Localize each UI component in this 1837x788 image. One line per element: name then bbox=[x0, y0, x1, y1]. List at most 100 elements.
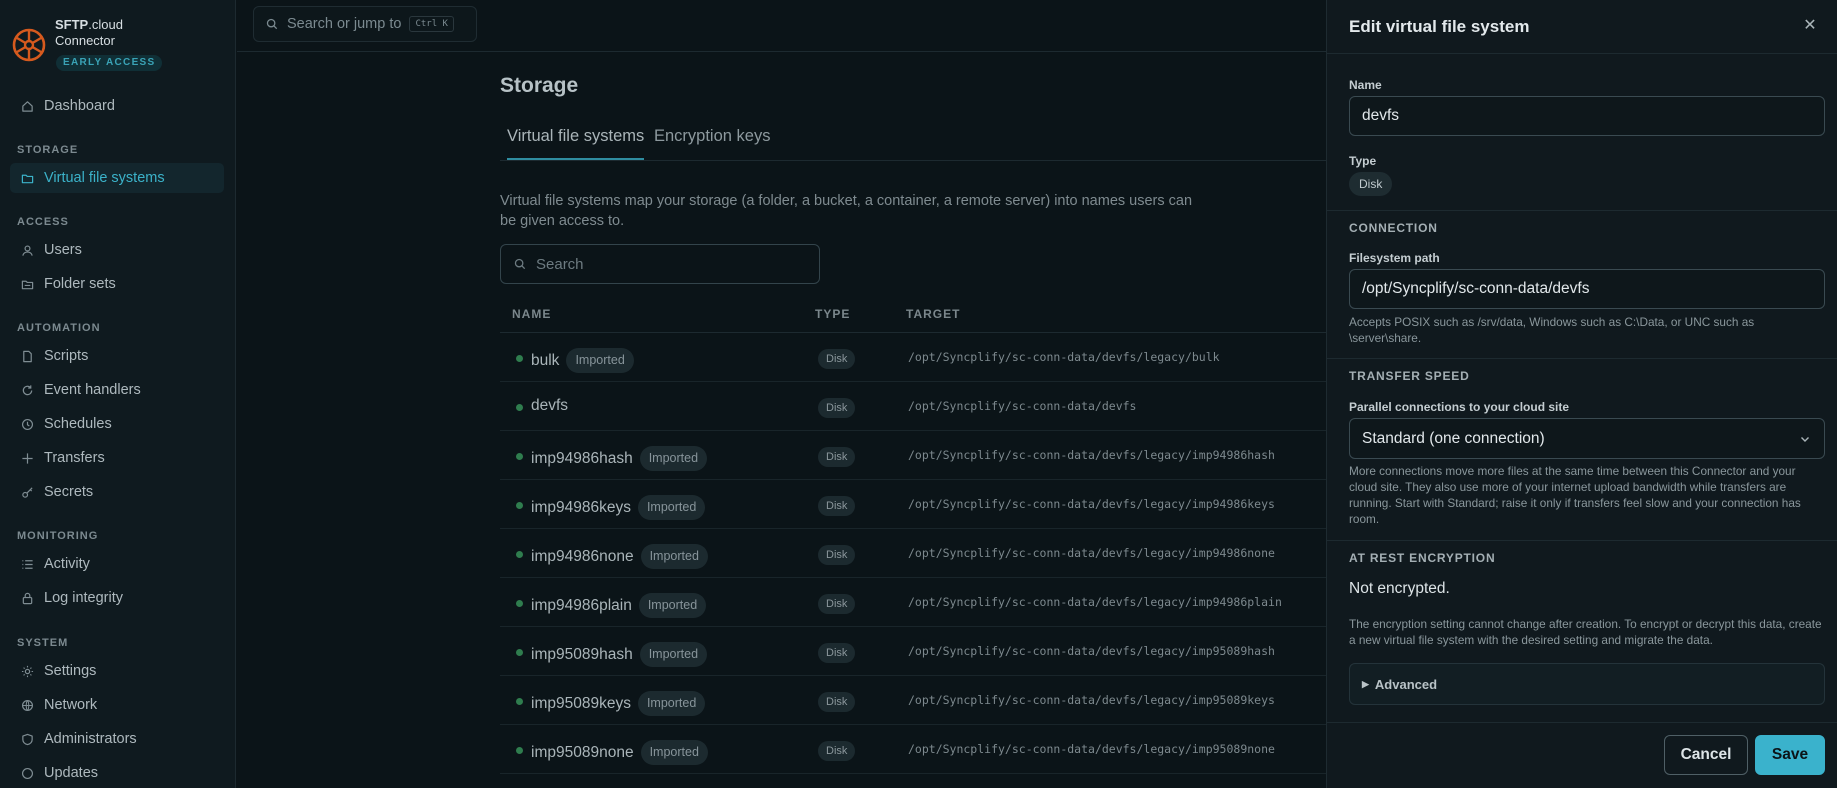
path-help: Accepts POSIX such as /srv/data, Windows… bbox=[1349, 315, 1755, 345]
type-label: Type bbox=[1349, 154, 1377, 168]
table-row[interactable]: devfs Disk/opt/Syncplify/sc-conn-data/dev… bbox=[500, 382, 1327, 431]
row-name[interactable]: imp95089hash Imported bbox=[531, 642, 708, 667]
search-icon bbox=[266, 18, 278, 30]
sidebar-item-label: Updates bbox=[44, 765, 99, 781]
type-badge: Disk bbox=[818, 496, 856, 516]
parallel-label: Parallel connections to your cloud site bbox=[1349, 400, 1570, 414]
row-name[interactable]: bulk Imported bbox=[531, 348, 634, 373]
transfer-section: TRANSFER SPEED bbox=[1327, 358, 1837, 383]
row-target: /opt/Syncplify/sc-conn-data/devfs bbox=[908, 399, 1137, 413]
user-icon bbox=[20, 243, 34, 257]
sidebar-item-schedules[interactable]: Schedules bbox=[10, 409, 224, 439]
row-name-text: bulk bbox=[531, 352, 560, 369]
sidebar-item-label: Secrets bbox=[44, 484, 94, 500]
globe-icon bbox=[20, 698, 34, 712]
table-row[interactable]: imp94986none Imported Disk/opt/Syncplify/s… bbox=[500, 529, 1327, 578]
column-target[interactable]: TARGET bbox=[906, 307, 960, 321]
row-name-text: imp95089none bbox=[531, 744, 634, 761]
table-row[interactable]: imp94986hash Imported Disk/opt/Syncplify/s… bbox=[500, 431, 1327, 480]
table-row[interactable]: imp95089hash Imported Disk/opt/Syncplify/s… bbox=[500, 627, 1327, 676]
table-row[interactable]: imp95089none Imported Disk/opt/Syncplify/s… bbox=[500, 725, 1327, 774]
imported-badge: Imported bbox=[637, 691, 706, 716]
table-search[interactable] bbox=[500, 244, 820, 284]
column-name[interactable]: NAME bbox=[512, 307, 551, 321]
name-field[interactable] bbox=[1349, 96, 1825, 136]
row-name[interactable]: imp95089none Imported bbox=[531, 740, 708, 765]
status-dot bbox=[516, 600, 523, 607]
sidebar-item-label: Event handlers bbox=[44, 382, 141, 398]
type-badge: Disk bbox=[818, 398, 856, 418]
sidebar-item-event-handlers[interactable]: Event handlers bbox=[10, 375, 224, 405]
imported-badge: Imported bbox=[640, 544, 708, 569]
shield-icon bbox=[20, 732, 34, 746]
status-dot bbox=[516, 404, 523, 411]
parallel-select[interactable]: Standard (one connection) bbox=[1349, 418, 1825, 459]
row-target: /opt/Syncplify/sc-conn-data/devfs/legacy… bbox=[908, 644, 1275, 658]
sidebar-item-activity[interactable]: Activity bbox=[10, 549, 224, 579]
row-name[interactable]: imp94986none Imported bbox=[531, 544, 708, 569]
early-access-badge: EARLY ACCESS bbox=[56, 55, 163, 71]
tab-bar: Virtual file systems Encryption keys bbox=[500, 115, 1327, 161]
sidebar-item-secrets[interactable]: Secrets bbox=[10, 477, 224, 507]
close-icon[interactable]: ✕ bbox=[1802, 18, 1818, 34]
move-icon bbox=[20, 451, 34, 465]
row-name[interactable]: imp94986hash Imported bbox=[531, 446, 708, 471]
key-icon bbox=[20, 485, 34, 499]
table-row[interactable]: bulk Imported Disk/opt/Syncplify/sc-conn-d… bbox=[500, 333, 1327, 382]
row-target: /opt/Syncplify/sc-conn-data/devfs/legacy… bbox=[908, 742, 1275, 756]
sidebar-item-users[interactable]: Users bbox=[10, 235, 224, 265]
drawer-header: Edit virtual file system ✕ bbox=[1327, 0, 1837, 54]
imported-badge: Imported bbox=[640, 740, 708, 765]
sidebar-item-label: Schedules bbox=[44, 416, 112, 432]
name-label: Name bbox=[1349, 78, 1382, 92]
list-icon bbox=[20, 557, 34, 571]
brand[interactable]: SFTP.cloud Connector EARLY ACCESS bbox=[12, 14, 227, 74]
row-name[interactable]: imp95089keys Imported bbox=[531, 691, 706, 716]
path-field[interactable] bbox=[1349, 269, 1825, 309]
name-input[interactable] bbox=[1350, 97, 1824, 135]
row-name[interactable]: devfs bbox=[531, 397, 568, 415]
sidebar-item-transfers[interactable]: Transfers bbox=[10, 443, 224, 473]
main-content: Storage Virtual file systems Encryption … bbox=[237, 53, 1327, 788]
sidebar-item-network[interactable]: Network bbox=[10, 690, 224, 720]
row-name-text: imp94986plain bbox=[531, 597, 632, 614]
sidebar-item-settings[interactable]: Settings bbox=[10, 656, 224, 686]
advanced-toggle[interactable]: ▶ Advanced bbox=[1349, 663, 1825, 705]
tab-virtual-file-systems[interactable]: Virtual file systems bbox=[507, 127, 645, 160]
global-search[interactable]: Search or jump to Ctrl K bbox=[253, 6, 477, 42]
encryption-help: The encryption setting cannot change aft… bbox=[1349, 617, 1822, 647]
row-name-text: imp95089keys bbox=[531, 695, 631, 712]
tab-encryption-keys[interactable]: Encryption keys bbox=[654, 127, 770, 158]
sidebar-item-updates[interactable]: Updates bbox=[10, 758, 224, 788]
folder-icon bbox=[20, 171, 34, 185]
vfs-table: NAME TYPE TARGET bulk Imported Disk/opt/Sy… bbox=[500, 294, 1327, 774]
table-body: bulk Imported Disk/opt/Syncplify/sc-conn-d… bbox=[500, 333, 1327, 774]
status-dot bbox=[516, 551, 523, 558]
row-name-text: imp94986none bbox=[531, 548, 634, 565]
sidebar-item-folder-sets[interactable]: Folder sets bbox=[10, 269, 224, 299]
cancel-button[interactable]: Cancel bbox=[1664, 735, 1748, 775]
column-type[interactable]: TYPE bbox=[815, 307, 850, 321]
sidebar-item-administrators[interactable]: Administrators bbox=[10, 724, 224, 754]
sidebar-item-label: Scripts bbox=[44, 348, 89, 364]
sidebar-item-log-integrity[interactable]: Log integrity bbox=[10, 583, 224, 613]
row-name-text: devfs bbox=[531, 397, 569, 414]
row-name[interactable]: imp94986keys Imported bbox=[531, 495, 706, 520]
sidebar-item-scripts[interactable]: Scripts bbox=[10, 341, 224, 371]
sidebar-item-dashboard[interactable]: Dashboard bbox=[10, 91, 224, 121]
sidebar-item-virtual-file-systems[interactable]: Virtual file systems bbox=[10, 163, 224, 193]
sidebar-item-label: Users bbox=[44, 242, 82, 258]
save-button[interactable]: Save bbox=[1755, 735, 1825, 775]
table-row[interactable]: imp94986plain Imported Disk/opt/Syncplify/… bbox=[500, 578, 1327, 627]
sidebar-item-label: Administrators bbox=[44, 731, 137, 747]
table-row[interactable]: imp94986keys Imported Disk/opt/Syncplify/s… bbox=[500, 480, 1327, 529]
circle-icon bbox=[20, 766, 34, 780]
search-input[interactable] bbox=[536, 255, 796, 273]
status-dot bbox=[516, 747, 523, 754]
section-system: SYSTEM bbox=[17, 637, 69, 649]
row-name[interactable]: imp94986plain Imported bbox=[531, 593, 707, 618]
table-row[interactable]: imp95089keys Imported Disk/opt/Syncplify/s… bbox=[500, 676, 1327, 725]
drawer-title: Edit virtual file system bbox=[1349, 17, 1530, 36]
folder-stack-icon bbox=[20, 277, 34, 291]
path-input[interactable] bbox=[1350, 270, 1824, 308]
